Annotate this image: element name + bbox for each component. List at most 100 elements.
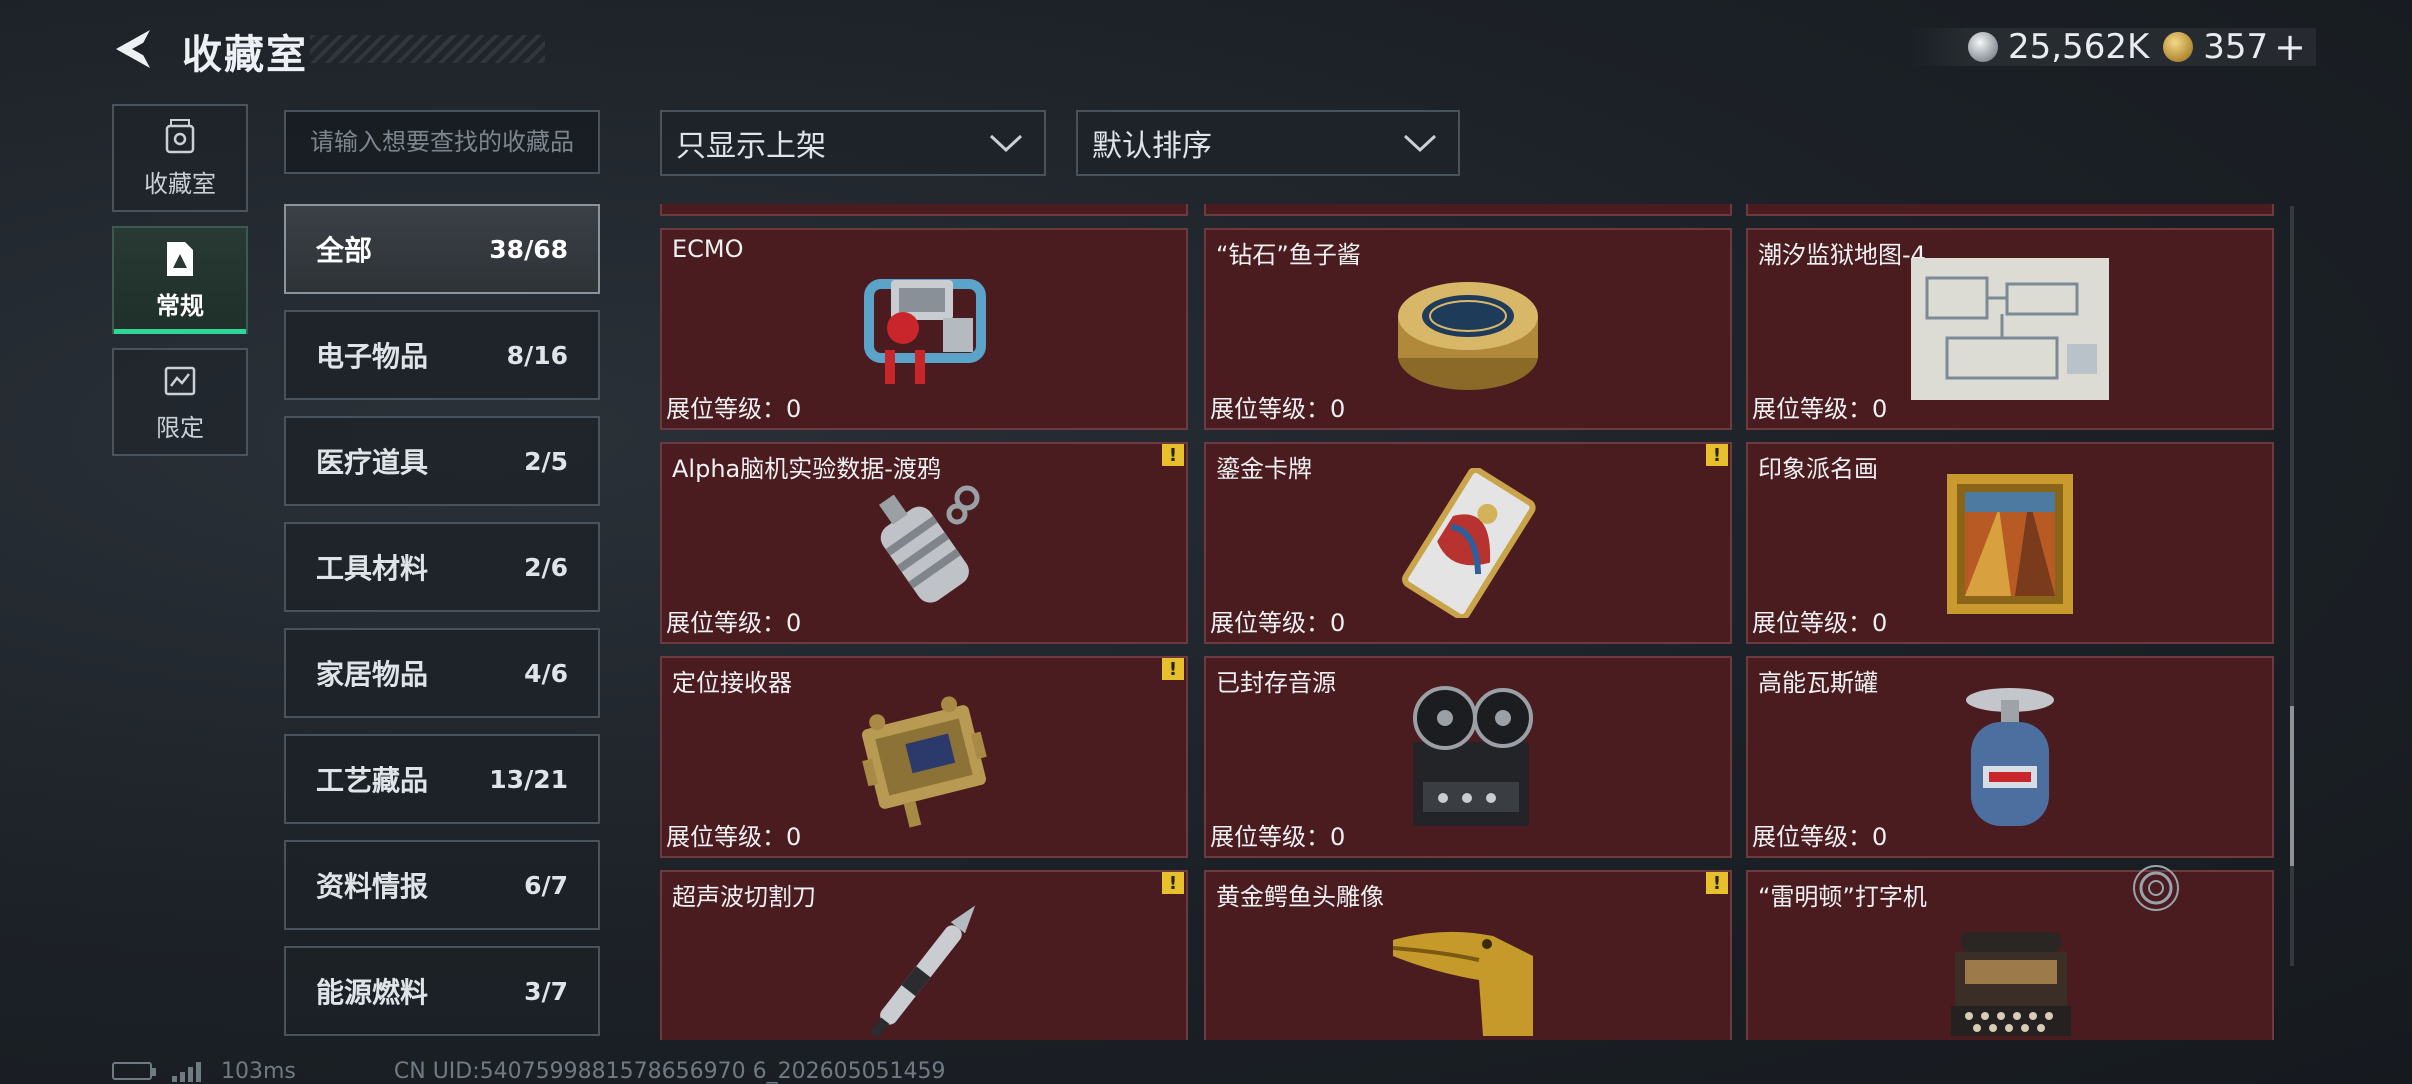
category-count: 38/68 <box>489 234 568 264</box>
item-name: 定位接收器 <box>672 669 792 697</box>
item-name: 已封存音源 <box>1216 669 1336 697</box>
reel-recorder-icon <box>1413 686 1533 826</box>
ping-value: 103ms <box>221 1058 296 1084</box>
collection-grid[interactable]: ECMO 展位等级：0 “钻石”鱼子酱 展位等级：0 潮汐监狱地图-4 展位等级… <box>660 204 2282 1040</box>
warning-badge: ! <box>1706 872 1728 894</box>
nav-collection-room[interactable]: 收藏室 <box>112 104 248 212</box>
category-intel[interactable]: 资料情报 6/7 <box>284 840 600 930</box>
target-reticle-icon[interactable] <box>2130 862 2182 914</box>
item-name: 超声波切割刀 <box>672 883 816 911</box>
title-decoration <box>310 35 545 63</box>
collection-card-typewriter[interactable]: “雷明顿”打字机 <box>1746 870 2274 1040</box>
booth-level: 展位等级：0 <box>1752 609 1888 637</box>
shelf-filter-value: 只显示上架 <box>676 129 826 164</box>
gold-crocodile-statue-icon <box>1392 931 1533 1036</box>
nav-regular[interactable]: 常规 <box>112 226 248 334</box>
prison-map-icon <box>1911 258 2109 400</box>
signal-icon <box>172 1060 201 1082</box>
currency-bar: 25,562K 357 + <box>1907 25 2316 69</box>
category-household[interactable]: 家居物品 4/6 <box>284 628 600 718</box>
collection-card-prison-map[interactable]: 潮汐监狱地图-4 展位等级：0 <box>1746 228 2274 430</box>
warning-badge: ! <box>1162 658 1184 680</box>
warning-badge: ! <box>1706 444 1728 466</box>
add-currency-button[interactable]: + <box>2274 25 2306 69</box>
sort-value: 默认排序 <box>1092 129 1212 164</box>
gilded-card-icon <box>1402 468 1536 618</box>
booth-level: 展位等级：0 <box>1210 609 1346 637</box>
regular-icon <box>167 241 193 276</box>
item-name: 黄金鳄鱼头雕像 <box>1216 883 1384 911</box>
category-count: 3/7 <box>524 976 568 1006</box>
booth-level: 展位等级：0 <box>1752 823 1888 851</box>
shelf-filter-dropdown[interactable]: 只显示上架 <box>660 110 1046 176</box>
collection-card-partial[interactable] <box>660 204 1188 216</box>
nav-limited[interactable]: 限定 <box>112 348 248 456</box>
category-name: 电子物品 <box>316 340 429 373</box>
grid-scrollbar-thumb[interactable] <box>2290 706 2294 866</box>
collection-room-icon <box>165 118 195 153</box>
sort-dropdown[interactable]: 默认排序 <box>1076 110 1460 176</box>
item-name: “钻石”鱼子酱 <box>1216 241 1361 269</box>
collection-card-ultrasonic-cutter[interactable]: 超声波切割刀 ! <box>660 870 1188 1040</box>
chevron-down-icon <box>1403 134 1437 153</box>
item-name: 印象派名画 <box>1758 455 1878 483</box>
category-tools[interactable]: 工具材料 2/6 <box>284 522 600 612</box>
collection-card-partial[interactable] <box>1204 204 1732 216</box>
collection-card-ecmo[interactable]: ECMO 展位等级：0 <box>660 228 1188 430</box>
category-name: 医疗道具 <box>316 446 429 479</box>
silver-currency[interactable]: 25,562K <box>1967 27 2149 67</box>
booth-level: 展位等级：0 <box>666 395 802 423</box>
category-count: 8/16 <box>506 340 568 370</box>
search-box[interactable] <box>284 110 600 174</box>
category-name: 全部 <box>316 234 373 267</box>
battery-icon <box>112 1062 156 1080</box>
category-name: 能源燃料 <box>316 976 429 1009</box>
category-count: 2/5 <box>524 446 568 476</box>
uid-text: CN UID:5407599881578656970 6_20260505145… <box>393 1058 946 1084</box>
back-arrow-icon[interactable] <box>110 26 156 72</box>
framed-painting-icon <box>1947 474 2073 614</box>
locator-receiver-icon <box>861 696 987 828</box>
category-count: 13/21 <box>489 764 568 794</box>
warning-badge: ! <box>1162 872 1184 894</box>
ecmo-machine-icon <box>864 279 986 384</box>
category-count: 6/7 <box>524 870 568 900</box>
collection-card-sealed-audio[interactable]: 已封存音源 展位等级：0 <box>1204 656 1732 858</box>
collection-card-gilded-card[interactable]: 鎏金卡牌 ! 展位等级：0 <box>1204 442 1732 644</box>
nav-label: 收藏室 <box>144 169 216 198</box>
booth-level: 展位等级：0 <box>666 823 802 851</box>
gold-coin-icon <box>2163 32 2194 62</box>
collection-card-gas-canister[interactable]: 高能瓦斯罐 展位等级：0 <box>1746 656 2274 858</box>
collection-card-alpha-data[interactable]: Alpha脑机实验数据-渡鸦 ! 展位等级：0 <box>660 442 1188 644</box>
category-all[interactable]: 全部 38/68 <box>284 204 600 294</box>
category-crafts[interactable]: 工艺藏品 13/21 <box>284 734 600 824</box>
collection-card-locator[interactable]: 定位接收器 ! 展位等级：0 <box>660 656 1188 858</box>
search-input[interactable] <box>308 127 576 157</box>
gold-currency[interactable]: 357 + <box>2163 25 2306 69</box>
category-electronics[interactable]: 电子物品 8/16 <box>284 310 600 400</box>
item-name: 高能瓦斯罐 <box>1758 669 1878 697</box>
collection-card-partial[interactable] <box>1746 204 2274 216</box>
category-name: 资料情报 <box>316 870 429 903</box>
typewriter-icon <box>1951 932 2071 1036</box>
booth-level: 展位等级：0 <box>1210 823 1346 851</box>
collection-card-caviar[interactable]: “钻石”鱼子酱 展位等级：0 <box>1204 228 1732 430</box>
category-medical[interactable]: 医疗道具 2/5 <box>284 416 600 506</box>
category-count: 4/6 <box>524 658 568 688</box>
category-count: 2/6 <box>524 552 568 582</box>
caviar-tin-icon <box>1398 282 1538 390</box>
booth-level: 展位等级：0 <box>1752 395 1888 423</box>
status-footer: 103ms CN UID:5407599881578656970 6_20260… <box>112 1058 946 1084</box>
category-name: 工艺藏品 <box>316 764 429 797</box>
page-title: 收藏室 <box>182 32 308 78</box>
ultrasonic-cutter-icon <box>870 905 976 1038</box>
collection-card-painting[interactable]: 印象派名画 展位等级：0 <box>1746 442 2274 644</box>
collection-card-gold-crocodile[interactable]: 黄金鳄鱼头雕像 ! <box>1204 870 1732 1040</box>
category-energy[interactable]: 能源燃料 3/7 <box>284 946 600 1036</box>
gold-amount: 357 <box>2203 27 2269 67</box>
item-name: 潮汐监狱地图-4 <box>1758 241 1926 269</box>
item-name: ECMO <box>672 235 744 263</box>
category-name: 工具材料 <box>316 552 429 585</box>
nav-label: 常规 <box>156 291 204 320</box>
data-drive-icon <box>879 485 980 603</box>
